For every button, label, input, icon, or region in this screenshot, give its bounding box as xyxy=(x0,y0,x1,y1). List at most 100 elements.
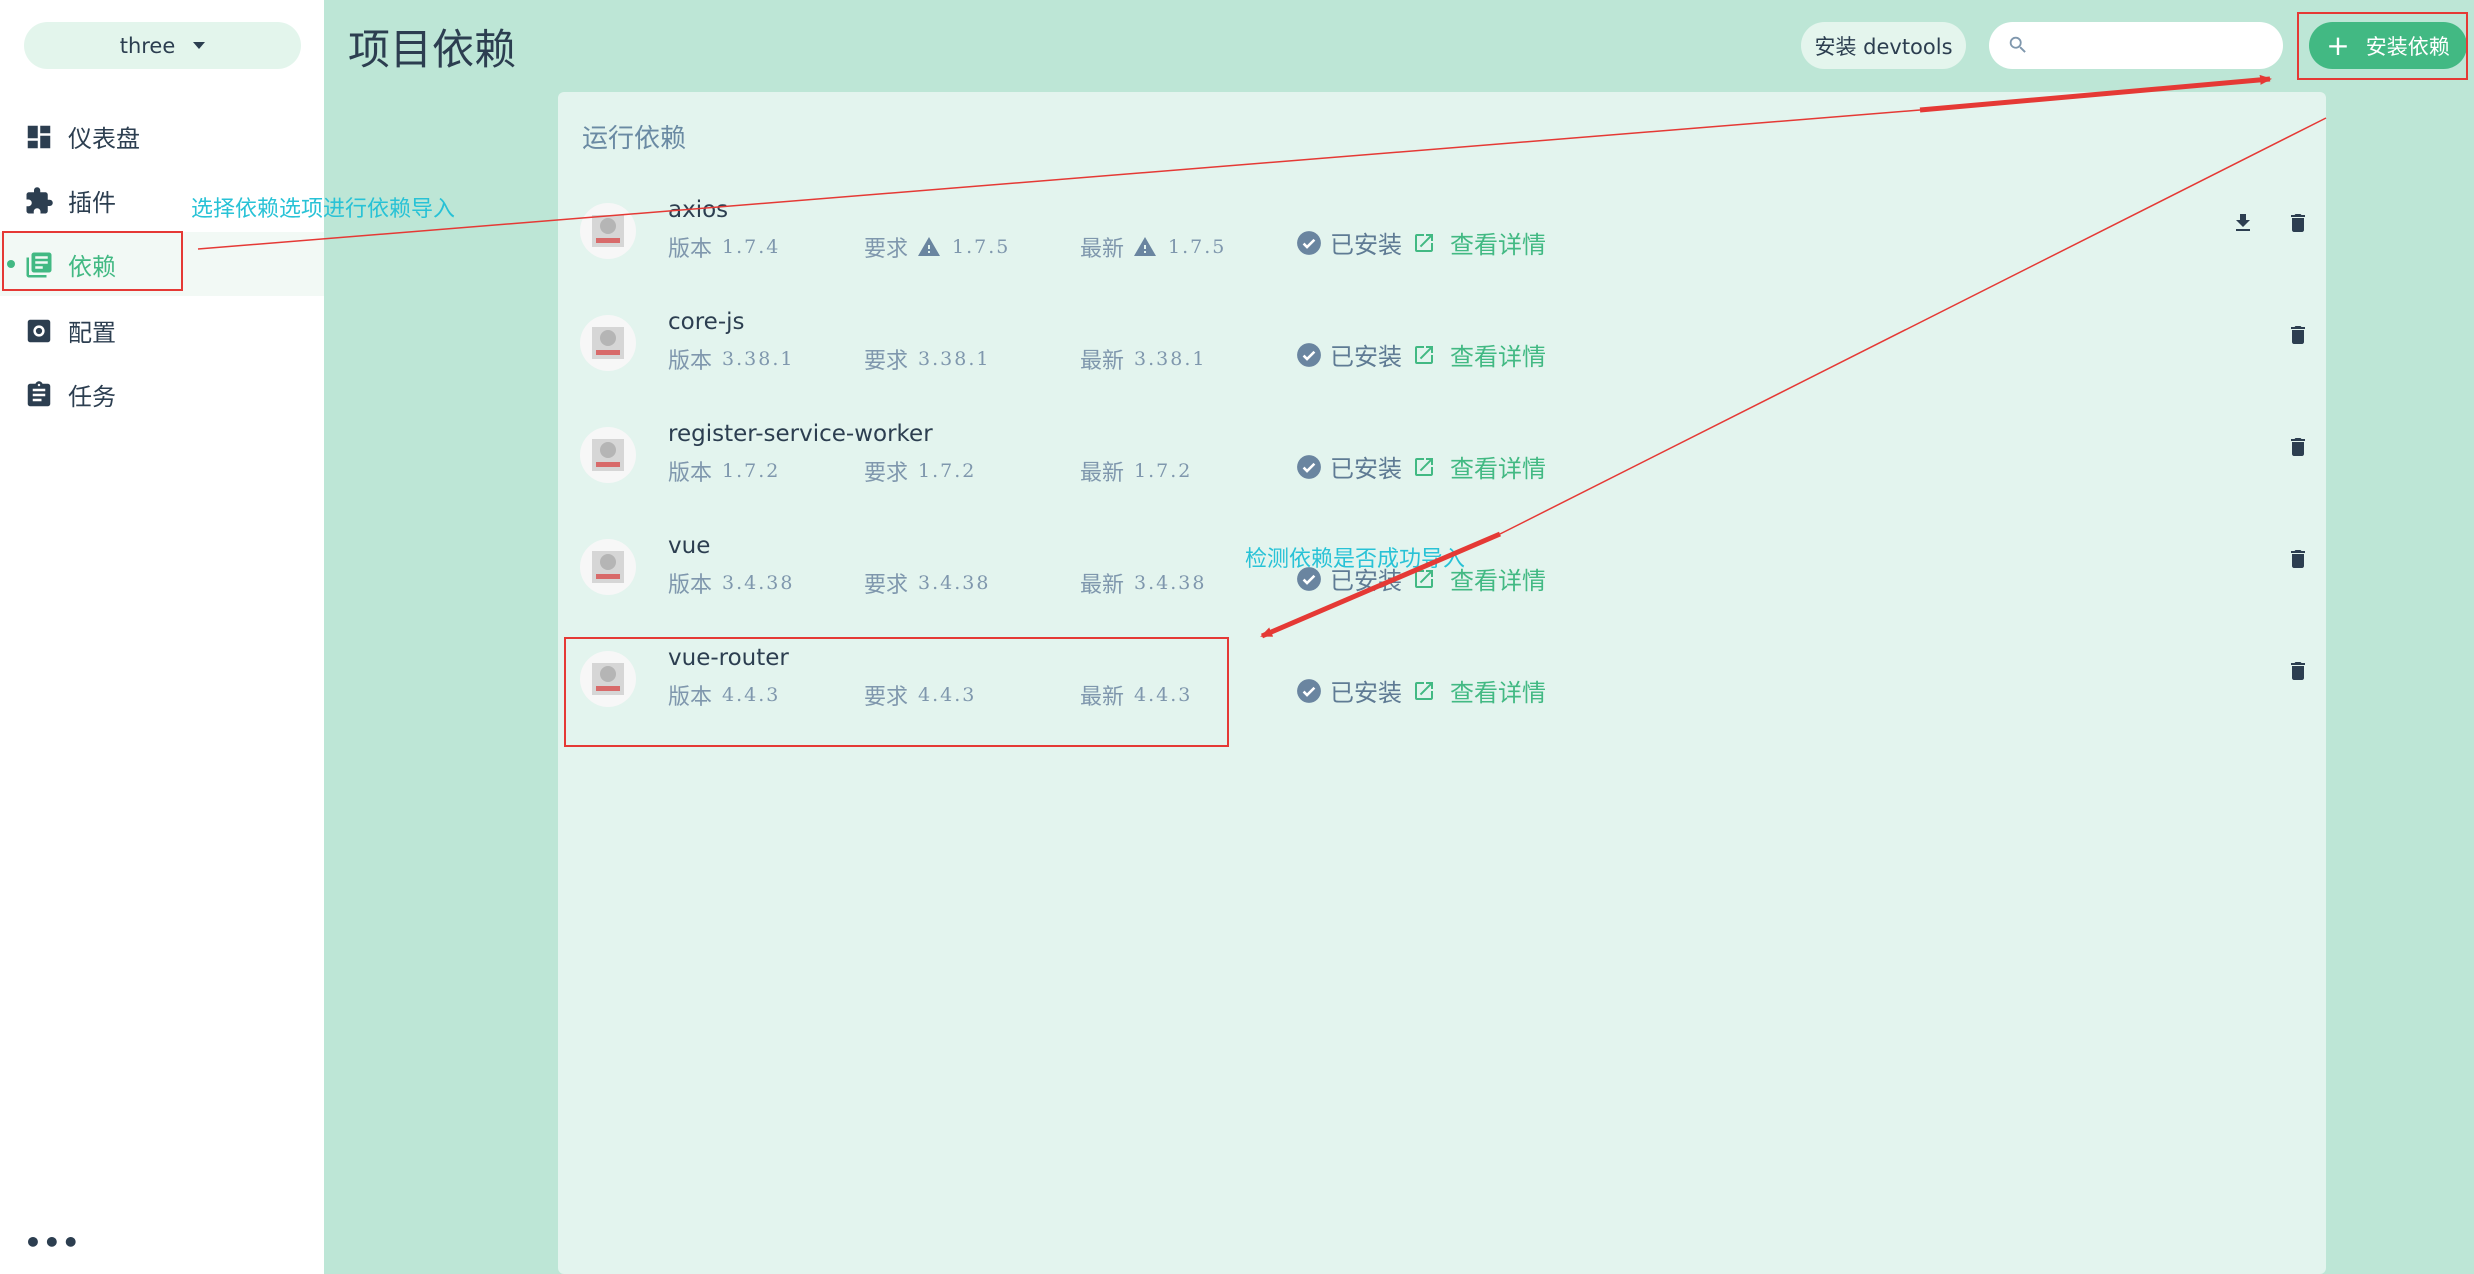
view-details-link[interactable]: 查看详情 xyxy=(1412,225,1546,260)
check-circle-icon xyxy=(1297,342,1321,367)
update-button[interactable] xyxy=(2223,203,2263,243)
uninstall-button[interactable] xyxy=(2278,315,2318,355)
page-title: 项目依赖 xyxy=(348,25,517,74)
latest-info: 最新 3.4.38 xyxy=(1080,567,1206,599)
check-circle-icon xyxy=(1297,678,1321,703)
package-name: register-service-worker xyxy=(668,421,933,447)
version-value: 1.7.2 xyxy=(722,460,781,482)
annotation-box-row xyxy=(564,637,1229,747)
sidebar-item-label: 仪表盘 xyxy=(68,124,140,153)
version-info: 版本 3.38.1 xyxy=(668,343,794,375)
required-label: 要求 xyxy=(864,573,909,598)
version-value: 3.38.1 xyxy=(722,348,795,370)
required-value: 1.7.2 xyxy=(918,460,977,482)
warning-icon xyxy=(918,237,941,256)
required-info: 要求 3.38.1 xyxy=(864,343,990,375)
version-info: 版本 1.7.2 xyxy=(668,455,780,487)
annotation-check-note: 检测依赖是否成功导入 xyxy=(1245,547,1466,572)
view-details-link[interactable]: 查看详情 xyxy=(1412,337,1546,372)
check-circle-icon xyxy=(1297,230,1321,255)
installed-status: 已安装 xyxy=(1296,673,1402,708)
package-logo-icon xyxy=(580,539,636,595)
search-icon xyxy=(2009,36,2026,53)
latest-value: 3.4.38 xyxy=(1134,572,1207,594)
uninstall-button[interactable] xyxy=(2278,651,2318,691)
latest-value: 1.7.5 xyxy=(1168,236,1227,258)
dependency-row[interactable]: core-js 版本 3.38.1 要求 3.38.1 最新 3.38.1 已安… xyxy=(558,287,2326,399)
latest-info: 最新 1.7.2 xyxy=(1080,455,1192,487)
uninstall-button[interactable] xyxy=(2278,427,2318,467)
dependency-row[interactable]: axios 版本 1.7.4 要求 1.7.5 最新 1.7.5 已安装 查看详… xyxy=(558,175,2326,287)
required-label: 要求 xyxy=(864,237,909,262)
view-details-label: 查看详情 xyxy=(1450,343,1546,371)
uninstall-button[interactable] xyxy=(2278,539,2318,579)
sidebar-item-dashboard[interactable]: 仪表盘 xyxy=(0,104,324,168)
required-info: 要求 1.7.2 xyxy=(864,455,976,487)
latest-value: 3.38.1 xyxy=(1134,348,1207,370)
sidebar-item-label: 任务 xyxy=(68,382,116,411)
installed-status: 已安装 xyxy=(1296,225,1402,260)
annotation-box-install xyxy=(2297,12,2468,80)
version-label: 版本 xyxy=(668,237,713,262)
open-in-new-icon xyxy=(1415,457,1433,476)
installed-status: 已安装 xyxy=(1296,337,1402,372)
package-logo-icon xyxy=(580,427,636,483)
sidebar-item-config[interactable]: 配置 xyxy=(0,298,324,362)
installed-label: 已安装 xyxy=(1330,343,1402,371)
version-label: 版本 xyxy=(668,461,713,486)
latest-info: 最新 3.38.1 xyxy=(1080,343,1206,375)
search-input[interactable] xyxy=(1989,22,2283,69)
install-devtools-button[interactable]: 安装 devtools xyxy=(1801,22,1966,69)
view-details-label: 查看详情 xyxy=(1450,455,1546,483)
puzzle-icon xyxy=(26,187,53,214)
version-label: 版本 xyxy=(668,573,713,598)
annotation-box-sidebar xyxy=(2,231,183,291)
view-details-link[interactable]: 查看详情 xyxy=(1412,449,1546,484)
required-label: 要求 xyxy=(864,349,909,374)
required-value: 3.4.38 xyxy=(918,572,991,594)
dependency-row[interactable]: register-service-worker 版本 1.7.2 要求 1.7.… xyxy=(558,399,2326,511)
open-in-new-icon xyxy=(1415,681,1433,700)
latest-label: 最新 xyxy=(1080,573,1125,598)
package-name: axios xyxy=(668,197,729,223)
version-label: 版本 xyxy=(668,349,713,374)
annotation-select-note: 选择依赖选项进行依赖导入 xyxy=(191,197,456,222)
installed-label: 已安装 xyxy=(1330,231,1402,259)
required-value: 3.38.1 xyxy=(918,348,991,370)
required-info: 要求 1.7.5 xyxy=(864,231,1010,263)
trash-icon xyxy=(2291,662,2305,680)
version-info: 版本 3.4.38 xyxy=(668,567,794,599)
latest-info: 最新 1.7.5 xyxy=(1080,231,1226,263)
trash-icon xyxy=(2291,214,2305,232)
package-logo-icon xyxy=(580,203,636,259)
sidebar-item-tasks[interactable]: 任务 xyxy=(0,362,324,426)
version-value: 3.4.38 xyxy=(722,572,795,594)
latest-value: 1.7.2 xyxy=(1134,460,1193,482)
more-menu-icon[interactable]: ••• xyxy=(24,1226,81,1259)
project-selector[interactable]: three xyxy=(24,22,301,69)
installed-status: 已安装 xyxy=(1296,449,1402,484)
required-value: 1.7.5 xyxy=(952,236,1011,258)
latest-label: 最新 xyxy=(1080,237,1125,262)
package-name: core-js xyxy=(668,309,745,335)
latest-label: 最新 xyxy=(1080,349,1125,374)
uninstall-button[interactable] xyxy=(2278,203,2318,243)
version-info: 版本 1.7.4 xyxy=(668,231,780,263)
caret-down-icon xyxy=(193,42,206,49)
version-value: 1.7.4 xyxy=(722,236,781,258)
view-details-label: 查看详情 xyxy=(1450,679,1546,707)
package-logo-icon xyxy=(580,315,636,371)
open-in-new-icon xyxy=(1415,233,1433,252)
trash-icon xyxy=(2291,438,2305,456)
check-circle-icon xyxy=(1297,454,1321,479)
clipboard-icon xyxy=(27,381,51,407)
dashboard-icon xyxy=(27,125,51,149)
installed-label: 已安装 xyxy=(1330,679,1402,707)
installed-label: 已安装 xyxy=(1330,455,1402,483)
sidebar-item-label: 配置 xyxy=(68,318,116,347)
view-details-link[interactable]: 查看详情 xyxy=(1412,673,1546,708)
settings-icon xyxy=(27,319,51,343)
package-name: vue xyxy=(668,533,711,559)
warning-icon xyxy=(1134,237,1157,256)
latest-label: 最新 xyxy=(1080,461,1125,486)
